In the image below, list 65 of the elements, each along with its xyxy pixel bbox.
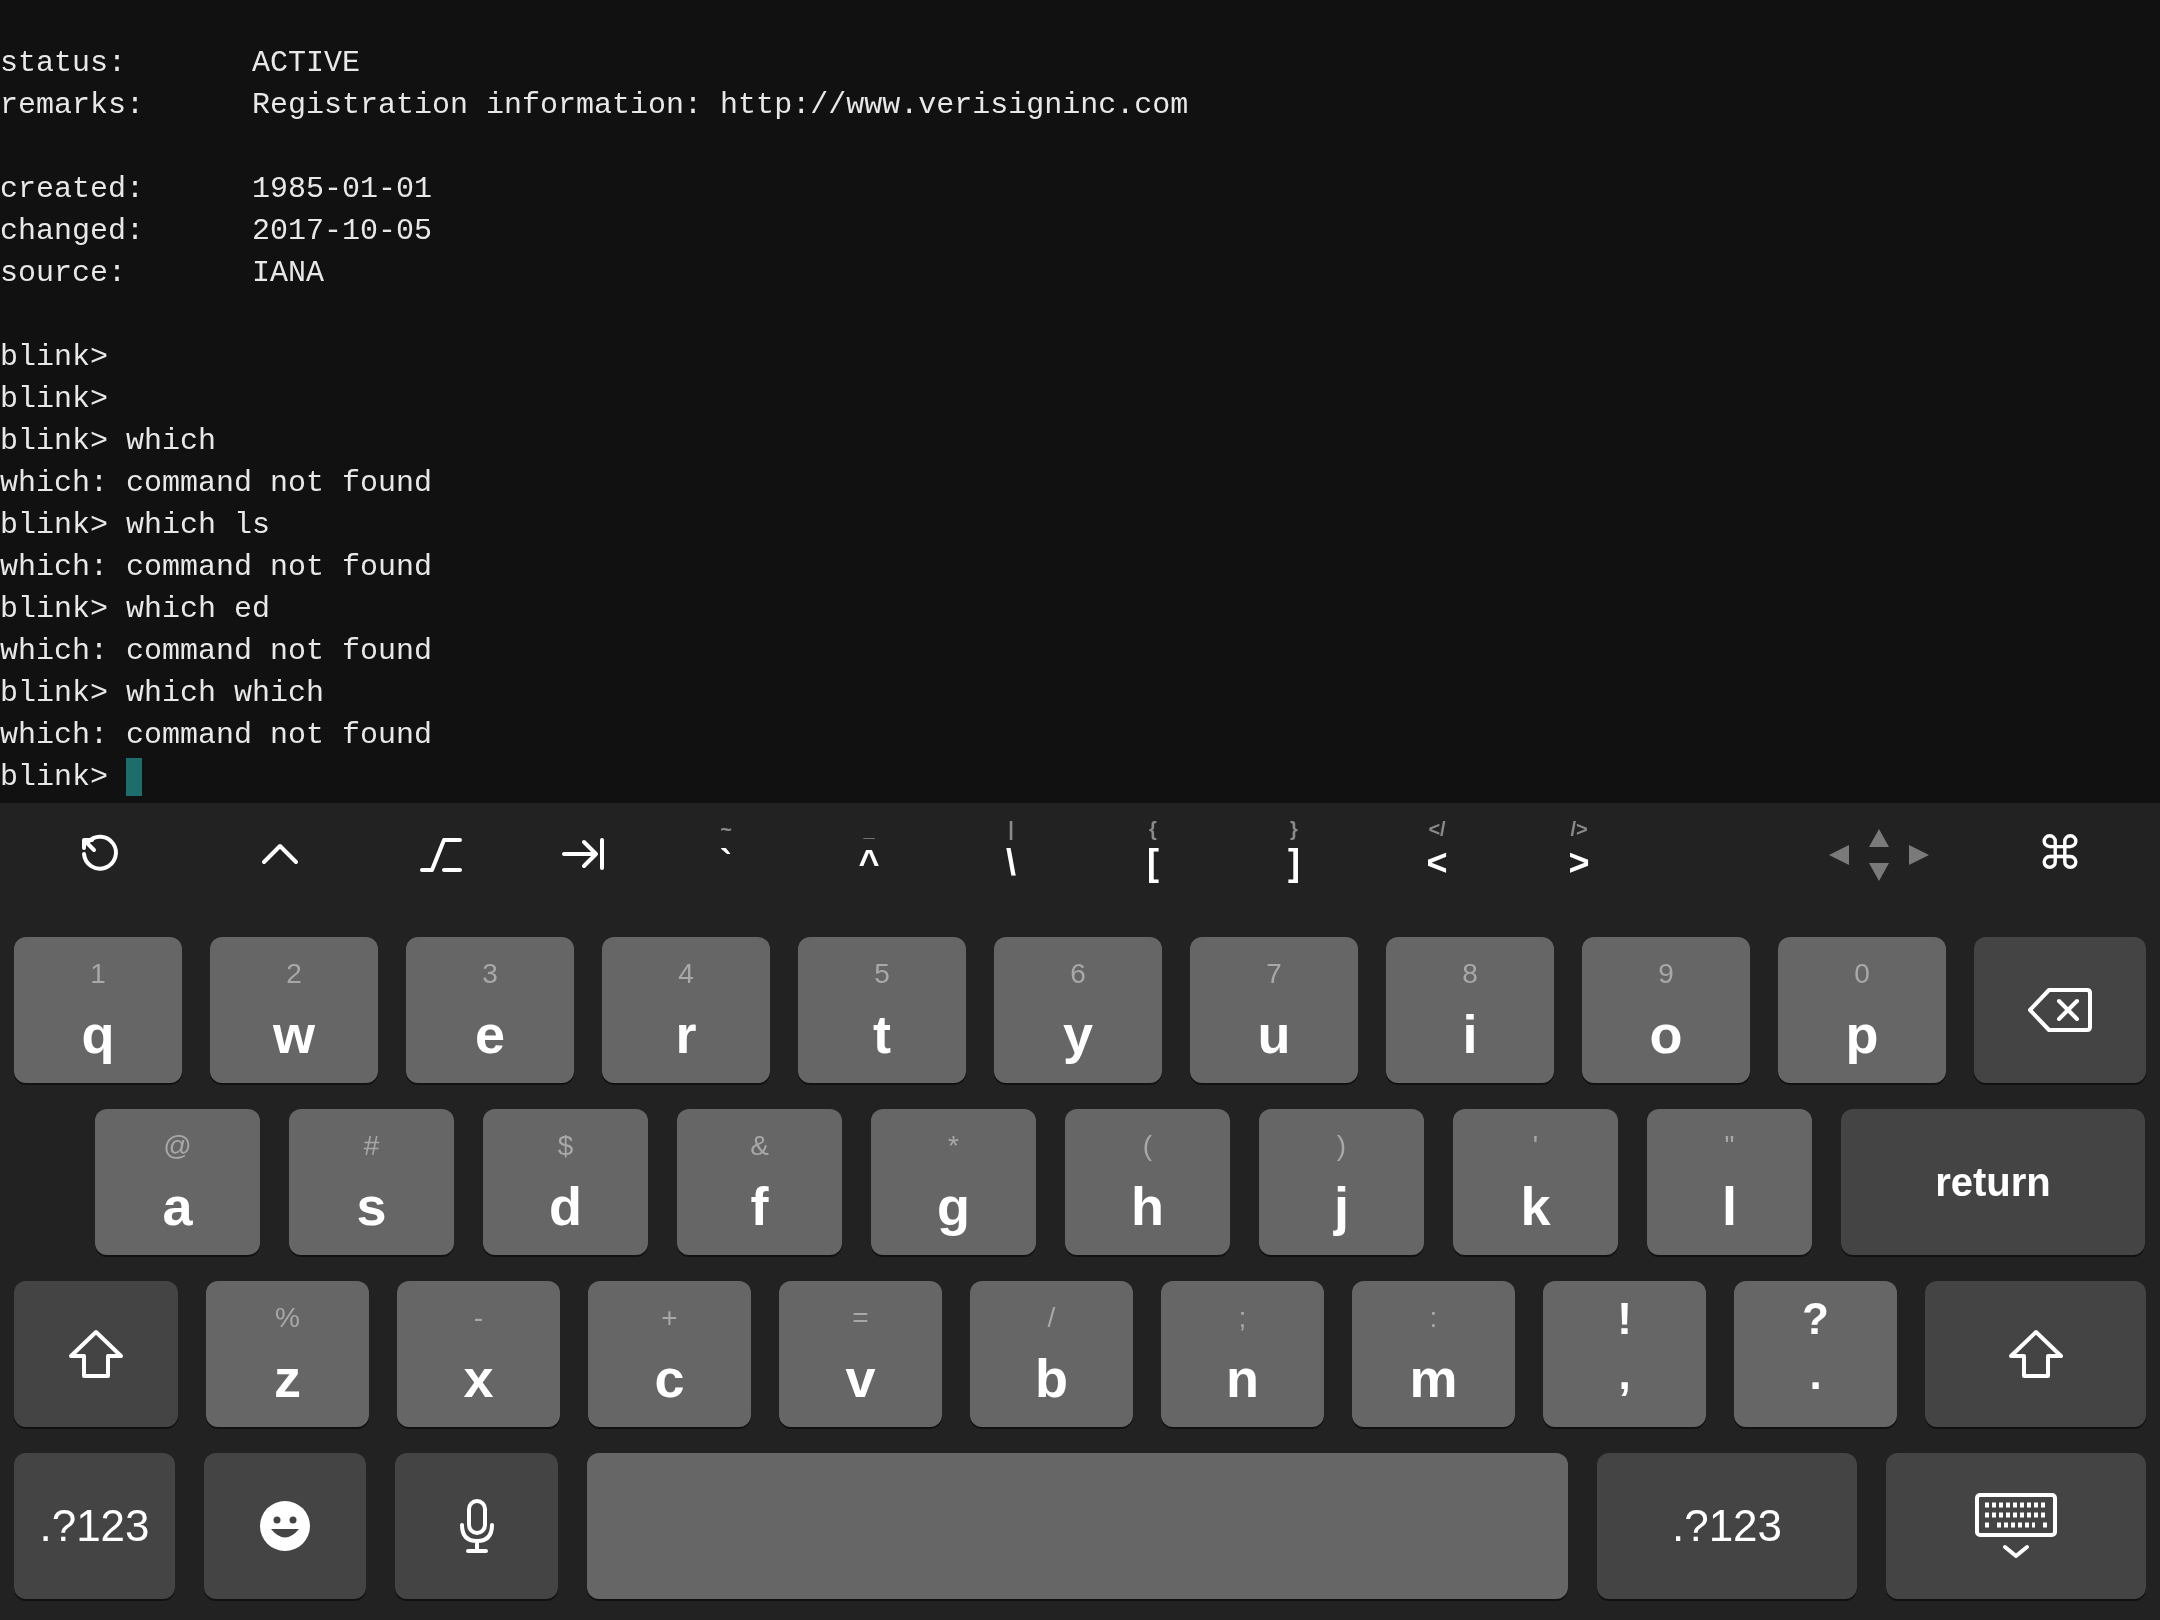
terminal-line: blink> which ed <box>0 591 271 628</box>
terminal-line: which: command not found <box>0 717 433 754</box>
toolbar-key[interactable]: _ ^ <box>834 817 904 893</box>
key[interactable]: @ a <box>95 1109 260 1255</box>
terminal-line: blink> which ls <box>0 507 271 544</box>
terminal-line: blink> <box>0 339 109 376</box>
terminal-line: which: command not found <box>0 465 433 502</box>
terminal-line: blink> which which <box>0 675 325 712</box>
terminal-line: created: 1985-01-01 <box>0 171 433 208</box>
key[interactable]: ; n <box>1161 1281 1324 1427</box>
key[interactable]: ( h <box>1065 1109 1230 1255</box>
hide-keyboard-icon[interactable] <box>1975 1493 2057 1559</box>
cursor <box>126 758 143 796</box>
toolbar-key[interactable]: </ < <box>1402 817 1472 893</box>
emoji-icon[interactable] <box>259 1500 311 1552</box>
key[interactable]: ) j <box>1259 1109 1424 1255</box>
key[interactable]: 6 y <box>994 937 1162 1083</box>
key[interactable]: $ d <box>483 1109 648 1255</box>
key[interactable]: 8 i <box>1386 937 1554 1083</box>
delete-icon[interactable] <box>2027 987 2093 1033</box>
key[interactable]: ' k <box>1453 1109 1618 1255</box>
key[interactable]: / b <box>970 1281 1133 1427</box>
terminal-line: blink> <box>0 381 109 418</box>
key[interactable]: : m <box>1352 1281 1515 1427</box>
key[interactable]: & f <box>677 1109 842 1255</box>
toolbar-key[interactable]: | \ <box>976 817 1046 893</box>
microphone-icon[interactable] <box>458 1499 495 1553</box>
key[interactable]: * g <box>871 1109 1036 1255</box>
key[interactable]: 9 o <box>1582 937 1750 1083</box>
numbers-key[interactable]: .?123 <box>14 1453 175 1599</box>
command-key[interactable]: ⌘ <box>2025 825 2095 881</box>
toolbar-key[interactable]: ~ ` <box>691 817 761 893</box>
key[interactable]: 2 w <box>210 937 378 1083</box>
terminal-line: which: command not found <box>0 549 433 586</box>
terminal-line: remarks: Registration information: http://www.verisigninc.com <box>0 87 1189 124</box>
terminal-line: status: ACTIVE <box>0 45 361 82</box>
key[interactable]: = v <box>779 1281 942 1427</box>
terminal-line: which: command not found <box>0 633 433 670</box>
terminal-line: source: IANA <box>0 255 325 292</box>
terminal-line: changed: 2017-10-05 <box>0 213 433 250</box>
caret-icon[interactable] <box>260 842 300 866</box>
terminal-line: blink> which <box>0 423 217 460</box>
shift-icon[interactable] <box>68 1329 124 1379</box>
toolbar-key[interactable]: } ] <box>1259 817 1329 893</box>
arrow-keys-icon[interactable] <box>1827 827 1931 883</box>
key[interactable]: 7 u <box>1190 937 1358 1083</box>
key[interactable]: 5 t <box>798 937 966 1083</box>
key[interactable]: # s <box>289 1109 454 1255</box>
key[interactable]: - x <box>397 1281 560 1427</box>
return-key[interactable]: return <box>1841 1109 2145 1255</box>
tab-key-icon[interactable] <box>562 836 606 872</box>
key[interactable]: ! , <box>1543 1281 1706 1427</box>
key[interactable]: 1 q <box>14 937 182 1083</box>
key[interactable]: 3 e <box>406 937 574 1083</box>
toolbar-key[interactable]: { [ <box>1118 817 1188 893</box>
toolbar-key[interactable]: /> > <box>1544 817 1614 893</box>
key[interactable]: 0 p <box>1778 937 1946 1083</box>
key[interactable]: " l <box>1647 1109 1812 1255</box>
terminal-line: blink> <box>0 759 110 796</box>
key[interactable]: 4 r <box>602 937 770 1083</box>
key[interactable]: % z <box>206 1281 369 1427</box>
key[interactable]: + c <box>588 1281 751 1427</box>
key[interactable]: ? . <box>1734 1281 1897 1427</box>
shift-icon[interactable] <box>2007 1329 2064 1379</box>
numbers-key[interactable]: .?123 <box>1597 1453 1857 1599</box>
